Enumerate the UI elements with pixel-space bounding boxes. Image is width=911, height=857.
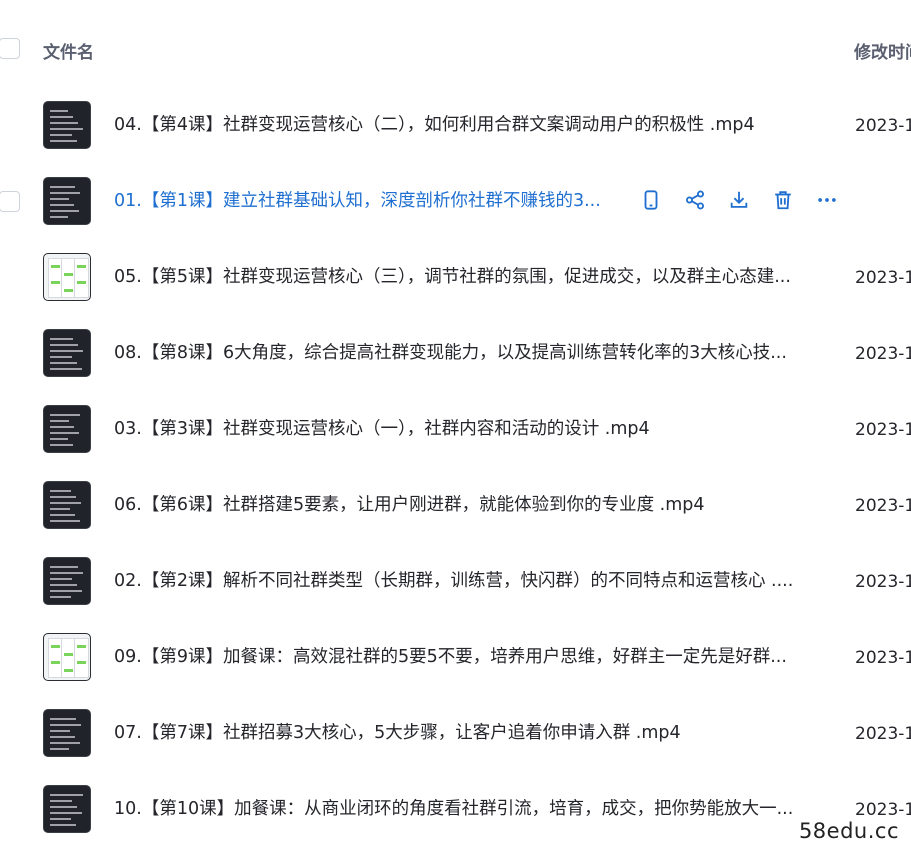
video-thumbnail[interactable] bbox=[43, 329, 91, 377]
file-name[interactable]: 04.【第4课】社群变现运营核心（二），如何利用合群文案调动用户的积极性 .mp… bbox=[114, 114, 755, 136]
file-name[interactable]: 01.【第1课】建立社群基础认知，深度剖析你社群不赚钱的3... bbox=[114, 190, 601, 212]
file-list-header: 文件名 修改时间 bbox=[0, 0, 911, 96]
more-icon[interactable] bbox=[816, 189, 838, 211]
file-name[interactable]: 09.【第9课】加餐课：高效混社群的5要5不要，培养用户思维，好群主一定先是好群… bbox=[114, 646, 787, 668]
file-row[interactable]: 03.【第3课】社群变现运营核心（一），社群内容和活动的设计 .mp4 2023-… bbox=[0, 391, 911, 467]
row-actions bbox=[640, 189, 838, 211]
file-name[interactable]: 08.【第8课】6大角度，综合提高社群变现能力，以及提高训练营转化率的3大核心技… bbox=[114, 342, 787, 364]
file-row[interactable]: 06.【第6课】社群搭建5要素，让用户刚进群，就能体验到你的专业度 .mp4 20… bbox=[0, 467, 911, 543]
column-header-name[interactable]: 文件名 bbox=[43, 38, 94, 63]
column-header-modified-time[interactable]: 修改时间 bbox=[854, 38, 911, 63]
modified-time: 2023-1 bbox=[855, 800, 911, 820]
select-all-checkbox[interactable] bbox=[0, 38, 20, 59]
file-row[interactable]: 08.【第8课】6大角度，综合提高社群变现能力，以及提高训练营转化率的3大核心技… bbox=[0, 315, 911, 391]
row-checkbox[interactable] bbox=[0, 191, 20, 212]
modified-time: 2023-1 bbox=[855, 648, 911, 668]
watermark: 58edu.cc bbox=[798, 819, 899, 843]
video-thumbnail[interactable] bbox=[43, 253, 91, 301]
video-thumbnail[interactable] bbox=[43, 405, 91, 453]
modified-time: 2023-1 bbox=[855, 268, 911, 288]
file-row[interactable]: 07.【第7课】社群招募3大核心，5大步骤，让客户追着你申请入群 .mp4 202… bbox=[0, 695, 911, 771]
video-thumbnail[interactable] bbox=[43, 101, 91, 149]
file-row[interactable]: 02.【第2课】解析不同社群类型（长期群，训练营，快闪群）的不同特点和运营核心 … bbox=[0, 543, 911, 619]
share-icon[interactable] bbox=[684, 189, 706, 211]
video-thumbnail[interactable] bbox=[43, 481, 91, 529]
file-name[interactable]: 07.【第7课】社群招募3大核心，5大步骤，让客户追着你申请入群 .mp4 bbox=[114, 722, 681, 744]
video-thumbnail[interactable] bbox=[43, 785, 91, 833]
file-row[interactable]: 04.【第4课】社群变现运营核心（二），如何利用合群文案调动用户的积极性 .mp… bbox=[0, 87, 911, 163]
file-name[interactable]: 03.【第3课】社群变现运营核心（一），社群内容和活动的设计 .mp4 bbox=[114, 418, 650, 440]
trash-icon[interactable] bbox=[772, 189, 794, 211]
file-row[interactable]: 09.【第9课】加餐课：高效混社群的5要5不要，培养用户思维，好群主一定先是好群… bbox=[0, 619, 911, 695]
modified-time: 2023-1 bbox=[855, 344, 911, 364]
file-name[interactable]: 06.【第6课】社群搭建5要素，让用户刚进群，就能体验到你的专业度 .mp4 bbox=[114, 494, 705, 516]
file-name[interactable]: 10.【第10课】加餐课：从商业闭环的角度看社群引流，培育，成交，把你势能放大一… bbox=[114, 798, 793, 820]
video-thumbnail[interactable] bbox=[43, 177, 91, 225]
video-thumbnail[interactable] bbox=[43, 557, 91, 605]
file-name[interactable]: 02.【第2课】解析不同社群类型（长期群，训练营，快闪群）的不同特点和运营核心 … bbox=[114, 570, 793, 592]
modified-time: 2023-1 bbox=[855, 420, 911, 440]
modified-time: 2023-1 bbox=[855, 572, 911, 592]
phone-icon[interactable] bbox=[640, 189, 662, 211]
download-icon[interactable] bbox=[728, 189, 750, 211]
modified-time: 2023-1 bbox=[855, 496, 911, 516]
modified-time: 2023-1 bbox=[855, 724, 911, 744]
modified-time: 2023-1 bbox=[855, 116, 911, 136]
video-thumbnail[interactable] bbox=[43, 709, 91, 757]
video-thumbnail[interactable] bbox=[43, 633, 91, 681]
file-row[interactable]: 01.【第1课】建立社群基础认知，深度剖析你社群不赚钱的3... bbox=[0, 163, 911, 239]
file-name[interactable]: 05.【第5课】社群变现运营核心（三），调节社群的氛围，促进成交，以及群主心态建… bbox=[114, 266, 791, 288]
file-row[interactable]: 10.【第10课】加餐课：从商业闭环的角度看社群引流，培育，成交，把你势能放大一… bbox=[0, 771, 911, 847]
file-row[interactable]: 05.【第5课】社群变现运营核心（三），调节社群的氛围，促进成交，以及群主心态建… bbox=[0, 239, 911, 315]
